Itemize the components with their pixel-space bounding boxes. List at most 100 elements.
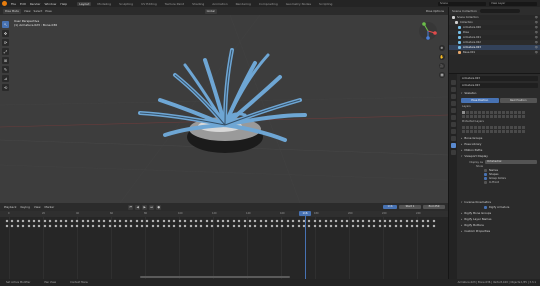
tab-layout[interactable]: Layout: [77, 1, 92, 6]
keyframe[interactable]: [145, 219, 149, 223]
keyframe[interactable]: [378, 224, 382, 228]
menu-render[interactable]: Render: [30, 2, 41, 6]
keyframe[interactable]: [334, 224, 338, 228]
armature-tentacles[interactable]: [138, 48, 307, 142]
keyframe[interactable]: [43, 224, 47, 228]
keyframe[interactable]: [216, 219, 220, 223]
keyframe[interactable]: [259, 219, 263, 223]
visibility-eye-icon[interactable]: 👁: [535, 21, 538, 24]
keyframe[interactable]: [324, 224, 328, 228]
outliner-search-input[interactable]: [479, 9, 520, 13]
keyframe[interactable]: [426, 224, 430, 228]
keyframe[interactable]: [37, 219, 41, 223]
view-layer-selector[interactable]: View Layer: [489, 1, 537, 6]
visibility-eye-icon[interactable]: 👁: [535, 51, 538, 54]
select-menu[interactable]: Select: [34, 9, 43, 13]
keyframe[interactable]: [356, 219, 360, 223]
output-tab-icon[interactable]: [450, 94, 456, 99]
keyframe[interactable]: [307, 224, 311, 228]
start-frame-field[interactable]: Start 1: [399, 205, 421, 209]
keyframe[interactable]: [86, 224, 90, 228]
keyframe[interactable]: [48, 219, 52, 223]
layer-cell[interactable]: [506, 115, 509, 118]
playhead[interactable]: [305, 211, 306, 279]
keyframe[interactable]: [205, 224, 209, 228]
keyframe[interactable]: [167, 219, 171, 223]
keyframe[interactable]: [280, 224, 284, 228]
object-name-field[interactable]: Armature.023: [460, 76, 538, 81]
layer-cell[interactable]: [498, 111, 501, 114]
keyframe[interactable]: [297, 219, 301, 223]
layer-cell[interactable]: [514, 130, 517, 133]
keyframe[interactable]: [372, 219, 376, 223]
layer-cell[interactable]: [522, 130, 525, 133]
keyframe[interactable]: [243, 224, 247, 228]
layer-cell[interactable]: [502, 130, 505, 133]
layer-cell[interactable]: [470, 115, 473, 118]
keyframe[interactable]: [334, 219, 338, 223]
layer-cell[interactable]: [474, 111, 477, 114]
visibility-eye-icon[interactable]: 👁: [535, 26, 538, 29]
keyframe[interactable]: [162, 224, 166, 228]
keyframe[interactable]: [243, 219, 247, 223]
outliner-item[interactable]: Base.001 👁: [449, 50, 540, 55]
layer-cell[interactable]: [494, 115, 497, 118]
keyframe[interactable]: [399, 219, 403, 223]
keyframe[interactable]: [383, 224, 387, 228]
visibility-eye-icon[interactable]: 👁: [535, 36, 538, 39]
layer-cell[interactable]: [506, 111, 509, 114]
tab-texture-paint[interactable]: Texture Paint: [163, 2, 186, 6]
keyframe[interactable]: [232, 219, 236, 223]
layer-cell[interactable]: [466, 126, 469, 129]
menu-window[interactable]: Window: [45, 2, 57, 6]
layer-cell[interactable]: [490, 111, 493, 114]
skeleton-section[interactable]: Skeleton: [458, 90, 540, 96]
view-menu[interactable]: View: [24, 9, 31, 13]
menu-help[interactable]: Help: [60, 2, 67, 6]
keyframe[interactable]: [140, 219, 144, 223]
keyframe[interactable]: [81, 224, 85, 228]
keyframe[interactable]: [378, 219, 382, 223]
layer-cell[interactable]: [478, 130, 481, 133]
layer-cell[interactable]: [470, 130, 473, 133]
current-frame-field[interactable]: 116: [383, 205, 397, 209]
layer-cell[interactable]: [514, 126, 517, 129]
keyframe[interactable]: [140, 224, 144, 228]
layer-cell[interactable]: [514, 115, 517, 118]
ik-checkbox-row[interactable]: Rigify Armature: [484, 206, 537, 209]
keyframe[interactable]: [307, 219, 311, 223]
show-option-checkbox[interactable]: [484, 181, 487, 184]
keyframe[interactable]: [410, 219, 414, 223]
layer-cell[interactable]: [470, 111, 473, 114]
inverse-kinematics-section[interactable]: Inverse Kinematics: [458, 199, 540, 205]
keyframe[interactable]: [405, 224, 409, 228]
keyframe[interactable]: [340, 224, 344, 228]
keyframe[interactable]: [286, 219, 290, 223]
keyframe[interactable]: [270, 219, 274, 223]
keyframe[interactable]: [113, 224, 117, 228]
menu-file[interactable]: File: [11, 2, 16, 6]
keyframe[interactable]: [199, 219, 203, 223]
marker-menu[interactable]: Marker: [45, 205, 55, 209]
keyframe[interactable]: [226, 224, 230, 228]
keyframe[interactable]: [91, 219, 95, 223]
tab-uv-editing[interactable]: UV Editing: [139, 2, 159, 6]
timeline-editor[interactable]: 0 20 40 60 80 100 120 140 160 180 200 220 240 116: [0, 211, 448, 279]
layer-cell[interactable]: [474, 115, 477, 118]
keyframe[interactable]: [27, 224, 31, 228]
play-icon[interactable]: ▶: [142, 204, 148, 210]
keyframe[interactable]: [172, 224, 176, 228]
layer-cell[interactable]: [502, 115, 505, 118]
keyframe[interactable]: [388, 224, 392, 228]
keyframe[interactable]: [361, 219, 365, 223]
keyframe[interactable]: [421, 219, 425, 223]
jump-start-icon[interactable]: ⏮: [128, 204, 134, 210]
keyframe[interactable]: [135, 219, 139, 223]
layer-cell[interactable]: [506, 130, 509, 133]
layer-cell[interactable]: [466, 111, 469, 114]
keyframe[interactable]: [189, 224, 193, 228]
layer-cell[interactable]: [470, 126, 473, 129]
layer-cell[interactable]: [506, 126, 509, 129]
jump-end-icon[interactable]: ⏭: [149, 204, 155, 210]
keyframe[interactable]: [237, 219, 241, 223]
